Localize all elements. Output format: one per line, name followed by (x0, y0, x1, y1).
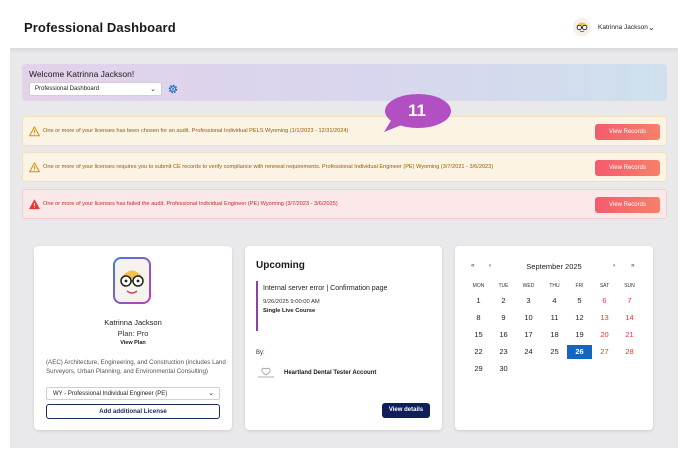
calendar-day[interactable]: 20 (592, 328, 617, 342)
profile-card: Katrinna Jackson Plan: Pro View Plan (AE… (34, 246, 232, 430)
user-name[interactable]: Katrinna Jackson (598, 24, 648, 31)
chevron-down-icon: ⌄ (208, 390, 214, 397)
welcome-banner: Welcome Katrinna Jackson! Professional D… (22, 64, 667, 101)
alert-ce-records: One or more of your licenses requires yo… (22, 152, 667, 182)
calendar-day[interactable]: 27 (592, 345, 617, 359)
alert-audit-chosen: One or more of your licenses has been ch… (22, 116, 667, 146)
calendar-day[interactable]: 29 (466, 362, 491, 376)
calendar-day[interactable]: 10 (516, 311, 541, 325)
alert-text: One or more of your licenses requires yo… (43, 164, 494, 170)
weekday-label: THU (549, 283, 560, 289)
error-icon (29, 199, 40, 210)
calendar-day[interactable]: 12 (567, 311, 592, 325)
gear-icon[interactable] (167, 83, 179, 95)
next-month-button[interactable]: › (613, 262, 615, 269)
alert-audit-failed: One or more of your licenses has failed … (22, 189, 667, 219)
by-label: By: (256, 350, 265, 356)
weekday-label: TUE (498, 283, 509, 289)
calendar-title: September 2025 (526, 262, 582, 271)
calendar-day[interactable]: 30 (491, 362, 516, 376)
calendar-day[interactable]: 3 (516, 294, 541, 308)
dashboard-select-value: Professional Dashboard (35, 86, 100, 92)
dashboard-panels: Katrinna Jackson Plan: Pro View Plan (AE… (20, 234, 668, 442)
avatar-icon (573, 18, 591, 36)
weekday-label: SUN (624, 283, 635, 289)
calendar-day[interactable]: 24 (516, 345, 541, 359)
warning-icon (29, 162, 40, 173)
view-records-button[interactable]: View Records (595, 160, 660, 176)
calendar-day[interactable]: 21 (617, 328, 642, 342)
weekday-label: WED (522, 283, 535, 289)
notification-count: 11 (408, 101, 426, 120)
calendar-day[interactable]: 7 (617, 294, 642, 308)
calendar-card: « ‹ September 2025 › » MON TUE WED THU FRI SA… (455, 246, 653, 430)
calendar-day[interactable]: 18 (542, 328, 567, 342)
profession-description: (AEC) Architecture, Engineering, and Con… (46, 359, 226, 375)
event-type: Single Live Course (263, 308, 316, 314)
upcoming-card: Upcoming Internal server error | Confirm… (245, 246, 442, 430)
add-license-button[interactable]: Add additional License (46, 404, 220, 419)
calendar-day[interactable]: 13 (592, 311, 617, 325)
profile-plan: Plan: Pro (117, 329, 149, 338)
weekday-label: SAT (599, 283, 610, 289)
upcoming-event[interactable]: Internal server error | Confirmation pag… (256, 281, 432, 331)
calendar-day[interactable]: 1 (466, 294, 491, 308)
view-details-button[interactable]: View details (382, 403, 430, 418)
next-year-button[interactable]: » (631, 262, 635, 269)
app-page: Professional Dashboard Katrinna Jackson … (10, 8, 678, 448)
alert-text: One or more of your licenses has failed … (43, 201, 338, 207)
upcoming-heading: Upcoming (256, 260, 305, 271)
event-title: Internal server error | Confirmation pag… (263, 285, 388, 292)
profile-name: Katrinna Jackson (104, 318, 162, 327)
alert-text: One or more of your licenses has been ch… (43, 128, 349, 134)
calendar-day[interactable]: 8 (466, 311, 491, 325)
calendar-day[interactable]: 5 (567, 294, 592, 308)
profile-avatar-icon (113, 257, 151, 304)
chevron-down-icon: ⌄ (150, 86, 156, 93)
calendar-day[interactable]: 14 (617, 311, 642, 325)
dashboard-select[interactable]: Professional Dashboard ⌄ (29, 82, 162, 96)
calendar-day[interactable]: 11 (542, 311, 567, 325)
top-header: Professional Dashboard Katrinna Jackson … (10, 8, 678, 48)
avatar[interactable] (573, 18, 591, 36)
calendar-day[interactable]: 16 (491, 328, 516, 342)
calendar-day[interactable]: 9 (491, 311, 516, 325)
weekday-label: MON (472, 283, 485, 289)
license-select-value: WY - Professional Individual Engineer (P… (53, 391, 168, 397)
view-records-button[interactable]: View Records (595, 124, 660, 140)
page-title: Professional Dashboard (24, 20, 176, 35)
calendar-day[interactable]: 28 (617, 345, 642, 359)
chevron-down-icon[interactable]: ⌄ (648, 23, 655, 32)
calendar-day[interactable]: 17 (516, 328, 541, 342)
calendar-day[interactable]: 2 (491, 294, 516, 308)
view-records-button[interactable]: View Records (595, 197, 660, 213)
calendar-day[interactable]: 25 (542, 345, 567, 359)
calendar-day-today[interactable]: 26 (567, 345, 592, 359)
weekday-label: FRI (575, 283, 584, 289)
welcome-text: Welcome Katrinna Jackson! (29, 69, 135, 79)
event-datetime: 9/26/2025 9:00:00 AM (263, 299, 320, 305)
view-plan-link[interactable]: View Plan (34, 340, 232, 346)
calendar-day[interactable]: 4 (542, 294, 567, 308)
provider-name: Heartland Dental Tester Account (284, 370, 377, 376)
notification-count-bubble: 11 (382, 92, 452, 136)
warning-icon (29, 126, 40, 137)
calendar-day[interactable]: 23 (491, 345, 516, 359)
calendar-day[interactable]: 15 (466, 328, 491, 342)
calendar-day[interactable]: 6 (592, 294, 617, 308)
license-select[interactable]: WY - Professional Individual Engineer (P… (46, 387, 220, 400)
calendar-day[interactable]: 22 (466, 345, 491, 359)
provider-logo-icon (258, 367, 274, 378)
calendar-day[interactable]: 19 (567, 328, 592, 342)
